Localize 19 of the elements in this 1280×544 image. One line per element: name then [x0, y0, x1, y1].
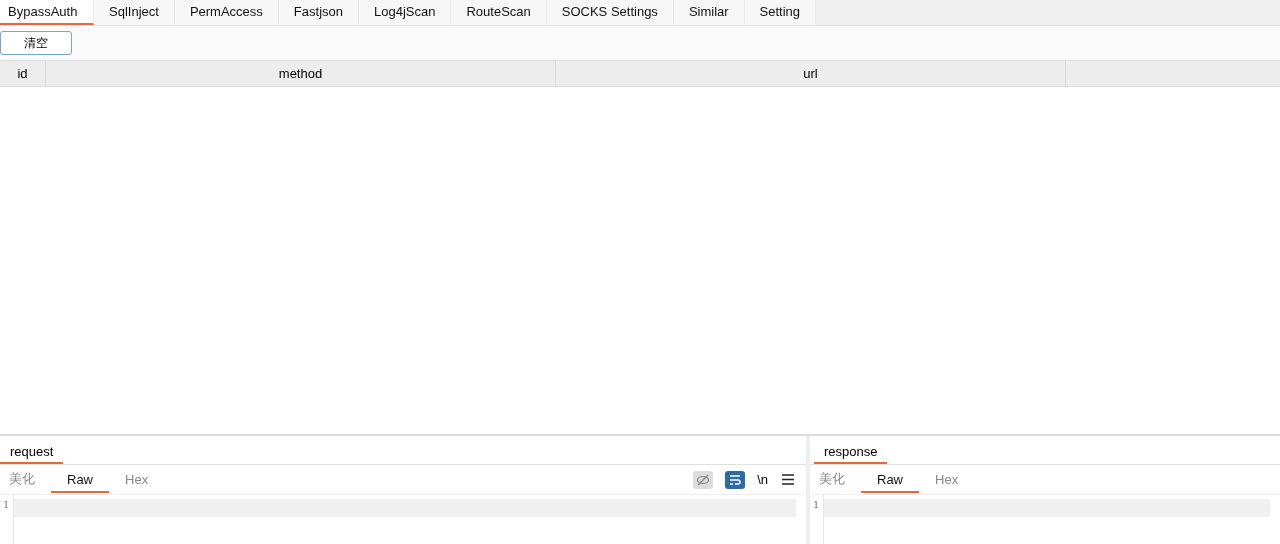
view-tab[interactable]: 美化	[0, 465, 51, 494]
newline-button[interactable]: \n	[757, 472, 768, 487]
view-tab[interactable]: 美化	[803, 465, 861, 494]
view-tab[interactable]: Hex	[109, 466, 165, 493]
column-header[interactable]: url	[556, 61, 1066, 86]
tab[interactable]: BypassAuth	[0, 0, 94, 25]
view-tab[interactable]: Hex	[919, 466, 975, 493]
pane-tab[interactable]: response	[814, 444, 888, 464]
view-tab[interactable]: Raw	[51, 466, 109, 493]
clear-button[interactable]: 清空	[0, 31, 72, 55]
wrap-icon[interactable]	[725, 470, 746, 489]
eye-off-icon[interactable]	[693, 470, 714, 489]
pane-tab[interactable]: request	[0, 444, 64, 464]
column-header[interactable]: method	[46, 61, 556, 86]
view-tab[interactable]: Raw	[861, 466, 919, 493]
column-header[interactable]: id	[0, 61, 46, 86]
menu-icon[interactable]	[782, 474, 794, 485]
line-number: 1	[2, 498, 11, 510]
line-number: 1	[812, 498, 821, 510]
